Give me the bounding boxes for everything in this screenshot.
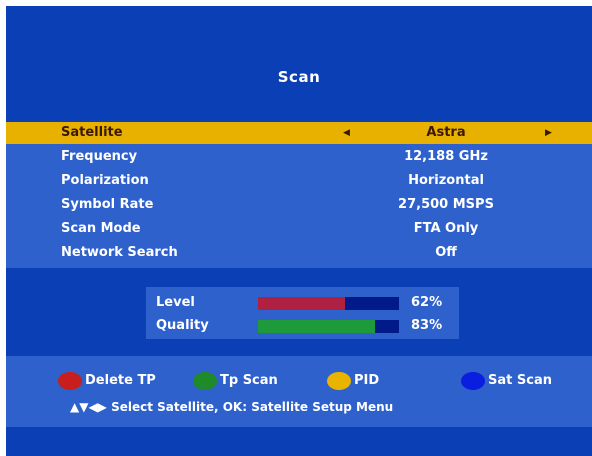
menu-row-scan-mode[interactable]: Scan Mode FTA Only — [6, 218, 592, 240]
network-search-label: Network Search — [61, 245, 178, 260]
scan-mode-label: Scan Mode — [61, 221, 141, 236]
delete-tp-label: Delete TP — [85, 373, 156, 388]
network-search-value: Off — [435, 245, 457, 260]
quality-meter: Quality 83% — [146, 315, 459, 337]
arrow-right-icon[interactable]: ▶ — [545, 122, 552, 144]
symbol-rate-value: 27,500 MSPS — [398, 197, 494, 212]
level-bar-fill — [258, 297, 346, 310]
frequency-label: Frequency — [61, 149, 138, 164]
scan-mode-value: FTA Only — [413, 221, 479, 236]
quality-bar — [258, 320, 399, 333]
sat-scan-label: Sat Scan — [488, 373, 552, 388]
quality-label: Quality — [156, 318, 209, 333]
menu-row-frequency[interactable]: Frequency 12,188 GHz — [6, 146, 592, 168]
menu-row-symbol-rate[interactable]: Symbol Rate 27,500 MSPS — [6, 194, 592, 216]
pid-label: PID — [354, 373, 380, 388]
level-meter: Level 62% — [146, 292, 459, 314]
red-button-icon — [58, 372, 82, 390]
polarization-label: Polarization — [61, 173, 149, 188]
menu-row-polarization[interactable]: Polarization Horizontal — [6, 170, 592, 192]
footer-help-bar: Delete TP Tp Scan PID Sat Scan ▲▼◀▶ Sele… — [6, 356, 592, 427]
quality-bar-fill — [258, 320, 376, 333]
level-percent: 62% — [411, 295, 443, 310]
symbol-rate-label: Symbol Rate — [61, 197, 154, 212]
menu-row-satellite[interactable]: Satellite ◀ Astra ▶ — [6, 122, 592, 144]
polarization-value: Horizontal — [408, 173, 484, 188]
signal-meter-panel: Level 62% Quality 83% — [146, 287, 459, 339]
tp-scan-label: Tp Scan — [220, 373, 278, 388]
scan-settings-menu: Satellite ◀ Astra ▶ Frequency 12,188 GHz… — [6, 122, 592, 268]
blue-button-icon — [461, 372, 485, 390]
scan-screen: Scan Satellite ◀ Astra ▶ Frequency 12,18… — [6, 6, 592, 456]
green-button-icon — [193, 372, 217, 390]
navigation-hint: ▲▼◀▶ Select Satellite, OK: Satellite Set… — [70, 400, 394, 414]
page-title: Scan — [277, 68, 321, 86]
quality-percent: 83% — [411, 318, 443, 333]
level-label: Level — [156, 295, 195, 310]
menu-row-network-search[interactable]: Network Search Off — [6, 242, 592, 264]
level-bar — [258, 297, 399, 310]
yellow-button-icon — [327, 372, 351, 390]
frequency-value: 12,188 GHz — [404, 149, 488, 164]
satellite-label: Satellite — [61, 125, 123, 140]
satellite-value: Astra — [426, 125, 466, 140]
